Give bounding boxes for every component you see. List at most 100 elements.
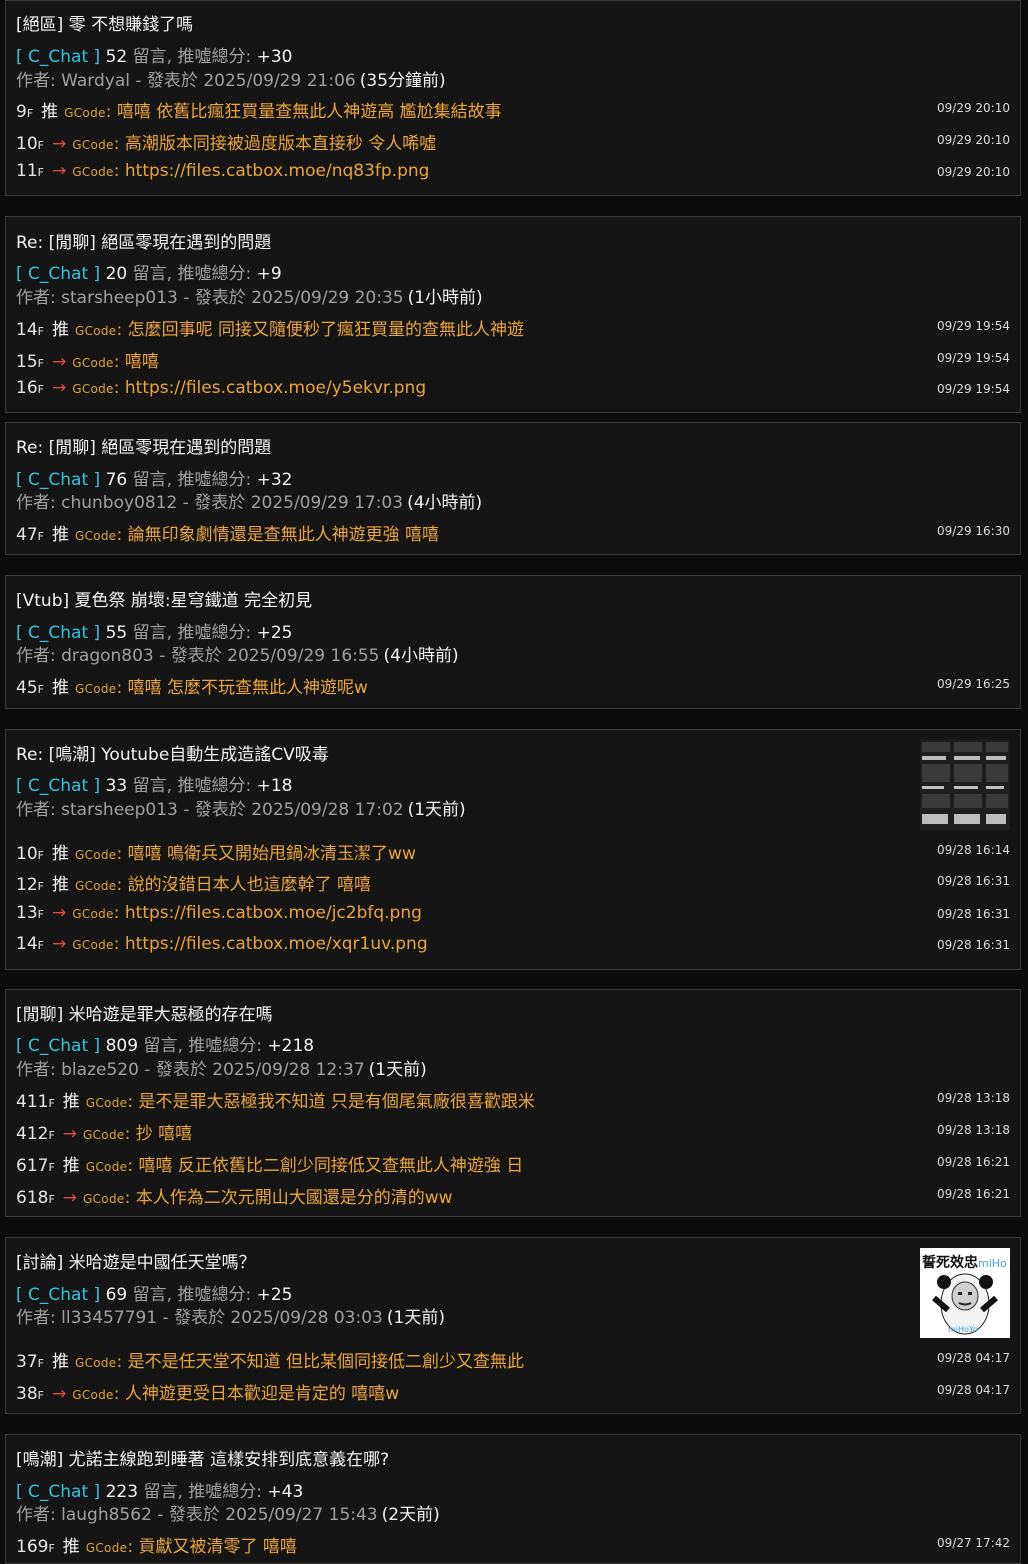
reply-time: 09/29 16:25 bbox=[937, 677, 1010, 691]
post-thumbnail[interactable]: 誓死效忠 miHo miHoYo bbox=[920, 1248, 1010, 1338]
reply-row: 15F → GCode: 嘻嘻 09/29 19:54 bbox=[16, 351, 1010, 372]
reply-row: 45F 推 GCode: 嘻嘻 怎麼不玩查無此人神遊呢w 09/29 16:25 bbox=[16, 673, 1012, 698]
post-title[interactable]: [Vtub] 夏色祭 崩壞:星穹鐵道 完全初見 bbox=[16, 586, 312, 611]
user-id: GCode bbox=[74, 324, 117, 338]
author-name[interactable]: starsheep013 bbox=[61, 288, 178, 308]
author-name[interactable]: ll33457791 bbox=[61, 1308, 157, 1328]
reply-link[interactable]: https://files.catbox.moe/jc2bfq.png bbox=[125, 903, 422, 923]
post-meta: [ C_Chat ] 223 留言, 推噓總分: +43 bbox=[16, 1482, 304, 1502]
reply-time: 09/29 20:10 bbox=[937, 101, 1010, 115]
post-author-line: 作者: chunboy0812 - 發表於 2025/09/29 17:03 (4… bbox=[16, 493, 483, 513]
user-id: GCode bbox=[72, 356, 114, 370]
author-name[interactable]: starsheep013 bbox=[61, 800, 178, 820]
user-id: GCode bbox=[85, 1541, 128, 1555]
reply-time: 09/29 20:10 bbox=[937, 165, 1010, 179]
board-tag[interactable]: [ C_Chat ] bbox=[16, 264, 100, 284]
user-id: GCode bbox=[72, 907, 114, 921]
push-score: +25 bbox=[256, 623, 293, 643]
post-title[interactable]: [閒聊] 米哈遊是罪大惡極的存在嗎 bbox=[16, 1000, 273, 1025]
post-card[interactable]: Re: [鳴潮] Youtube自動生成造謠CV吸毒 [ C_Chat ] 33… bbox=[5, 729, 1021, 970]
relative-time: (35分鐘前) bbox=[359, 71, 446, 91]
author-name[interactable]: dragon803 bbox=[61, 646, 154, 666]
push-tag: 推 bbox=[51, 678, 69, 698]
post-meta: [ C_Chat ] 55 留言, 推噓總分: +25 bbox=[16, 623, 293, 643]
board-tag[interactable]: [ C_Chat ] bbox=[16, 1482, 100, 1502]
post-card[interactable]: [絕區] 零 不想賺錢了嗎 [ C_Chat ] 52 留言, 推噓總分: +3… bbox=[5, 0, 1021, 196]
reply-time: 09/29 16:30 bbox=[937, 524, 1010, 538]
user-id: GCode bbox=[74, 529, 117, 543]
reply-time: 09/28 16:31 bbox=[937, 938, 1010, 952]
author-name[interactable]: laugh8562 bbox=[61, 1505, 152, 1525]
post-datetime: 2025/09/28 12:37 bbox=[212, 1060, 365, 1080]
post-thumbnail[interactable] bbox=[920, 740, 1010, 830]
reply-time: 09/28 16:31 bbox=[937, 907, 1010, 921]
reply-link[interactable]: https://files.catbox.moe/nq83fp.png bbox=[125, 161, 430, 181]
relative-time: (2天前) bbox=[381, 1505, 440, 1525]
comment-count: 223 bbox=[105, 1482, 139, 1502]
reply-text: 嘻嘻 反正依舊比二創少同接低又查無此人神遊強 日 bbox=[138, 1156, 524, 1176]
push-tag: 推 bbox=[51, 844, 69, 864]
relative-time: (1天前) bbox=[407, 800, 466, 820]
floor-number: 169F bbox=[16, 1537, 55, 1557]
board-tag[interactable]: [ C_Chat ] bbox=[16, 776, 100, 796]
reply-row: 618F → GCode: 本人作為二次元開山大國還是分的清的ww 09/28 16… bbox=[16, 1187, 1010, 1208]
post-datetime: 2025/09/29 16:55 bbox=[227, 646, 380, 666]
reply-time: 09/28 13:18 bbox=[937, 1091, 1010, 1105]
post-author-line: 作者: blaze520 - 發表於 2025/09/28 12:37 (1天前) bbox=[16, 1060, 427, 1080]
post-datetime: 2025/09/27 15:43 bbox=[225, 1505, 378, 1525]
floor-number: 10F bbox=[16, 134, 44, 154]
post-card[interactable]: Re: [閒聊] 絕區零現在遇到的問題 [ C_Chat ] 20 留言, 推噓… bbox=[5, 216, 1021, 413]
comment-count: 809 bbox=[105, 1036, 139, 1056]
user-id: GCode bbox=[72, 938, 114, 952]
board-tag[interactable]: [ C_Chat ] bbox=[16, 1036, 100, 1056]
post-card[interactable]: [鳴潮] 尤諾主線跑到睡著 這樣安排到底意義在哪? [ C_Chat ] 223… bbox=[5, 1434, 1021, 1564]
user-id: GCode bbox=[85, 1160, 128, 1174]
user-id: GCode bbox=[74, 1356, 117, 1370]
floor-number: 10F bbox=[16, 844, 44, 864]
board-tag[interactable]: [ C_Chat ] bbox=[16, 470, 100, 490]
post-card[interactable]: Re: [閒聊] 絕區零現在遇到的問題 [ C_Chat ] 76 留言, 推噓… bbox=[5, 422, 1021, 555]
post-title[interactable]: Re: [鳴潮] Youtube自動生成造謠CV吸毒 bbox=[16, 740, 329, 765]
comment-count: 52 bbox=[105, 47, 128, 67]
post-meta: [ C_Chat ] 33 留言, 推噓總分: +18 bbox=[16, 776, 293, 796]
reply-time: 09/29 19:54 bbox=[937, 382, 1010, 396]
reply-row: 12F 推 GCode: 說的沒錯日本人也這麼幹了 嘻嘻 09/28 16:31 bbox=[16, 870, 1012, 895]
reply-text: 嘻嘻 怎麼不玩查無此人神遊呢w bbox=[127, 678, 368, 698]
post-title[interactable]: [鳴潮] 尤諾主線跑到睡著 這樣安排到底意義在哪? bbox=[16, 1445, 389, 1470]
push-tag: 推 bbox=[51, 320, 69, 340]
post-card[interactable]: [討論] 米哈遊是中國任天堂嗎？ [ C_Chat ] 69 留言, 推噓總分:… bbox=[5, 1237, 1021, 1414]
post-title[interactable]: [絕區] 零 不想賺錢了嗎 bbox=[16, 10, 193, 35]
comment-count: 69 bbox=[105, 1285, 128, 1305]
reply-link[interactable]: https://files.catbox.moe/xqr1uv.png bbox=[125, 934, 428, 954]
reply-time: 09/28 16:14 bbox=[937, 843, 1010, 857]
board-tag[interactable]: [ C_Chat ] bbox=[16, 623, 100, 643]
author-name[interactable]: blaze520 bbox=[61, 1060, 139, 1080]
reply-link[interactable]: https://files.catbox.moe/y5ekvr.png bbox=[125, 378, 426, 398]
reply-row: 10F → GCode: 高潮版本同接被過度版本直接秒 令人唏噓 09/29 20:… bbox=[16, 133, 1010, 154]
reply-text: 高潮版本同接被過度版本直接秒 令人唏噓 bbox=[124, 134, 437, 154]
post-title[interactable]: Re: [閒聊] 絕區零現在遇到的問題 bbox=[16, 433, 271, 458]
post-title[interactable]: Re: [閒聊] 絕區零現在遇到的問題 bbox=[16, 228, 271, 253]
post-title[interactable]: [討論] 米哈遊是中國任天堂嗎？ bbox=[16, 1248, 256, 1273]
board-tag[interactable]: [ C_Chat ] bbox=[16, 1285, 100, 1305]
author-name[interactable]: Wardyal bbox=[61, 71, 130, 91]
reply-text: 人神遊更受日本歡迎是肯定的 嘻嘻w bbox=[124, 1384, 400, 1404]
reply-text: 是不是任天堂不知道 但比某個同接低二創少又查無此 bbox=[127, 1352, 525, 1372]
user-id: GCode bbox=[64, 106, 106, 120]
post-datetime: 2025/09/29 21:06 bbox=[203, 71, 356, 91]
meme-caption: 誓死效忠 bbox=[922, 1254, 978, 1271]
board-tag[interactable]: [ C_Chat ] bbox=[16, 47, 100, 67]
post-author-line: 作者: starsheep013 - 發表於 2025/09/28 17:02(… bbox=[16, 800, 466, 820]
post-card[interactable]: [Vtub] 夏色祭 崩壞:星穹鐵道 完全初見 [ C_Chat ] 55 留言… bbox=[5, 575, 1021, 709]
reply-row: 411F 推 GCode: 是不是罪大惡極我不知道 只是有個尾氣廠很喜歡跟米 09/… bbox=[16, 1087, 1012, 1112]
relative-time: (4小時前) bbox=[383, 646, 459, 666]
reply-text: 嘻嘻 鳴衛兵又開始甩鍋冰清玉潔了ww bbox=[127, 844, 416, 864]
user-id: GCode bbox=[72, 1388, 114, 1402]
author-name[interactable]: chunboy0812 bbox=[61, 493, 177, 513]
post-meta: [ C_Chat ] 76 留言, 推噓總分: +32 bbox=[16, 470, 293, 490]
post-card[interactable]: [閒聊] 米哈遊是罪大惡極的存在嗎 [ C_Chat ] 809 留言, 推噓總… bbox=[5, 989, 1021, 1217]
user-id: GCode bbox=[74, 848, 117, 862]
user-id: GCode bbox=[85, 1096, 128, 1110]
reply-time: 09/28 16:21 bbox=[937, 1155, 1010, 1169]
comment-count: 33 bbox=[105, 776, 128, 796]
